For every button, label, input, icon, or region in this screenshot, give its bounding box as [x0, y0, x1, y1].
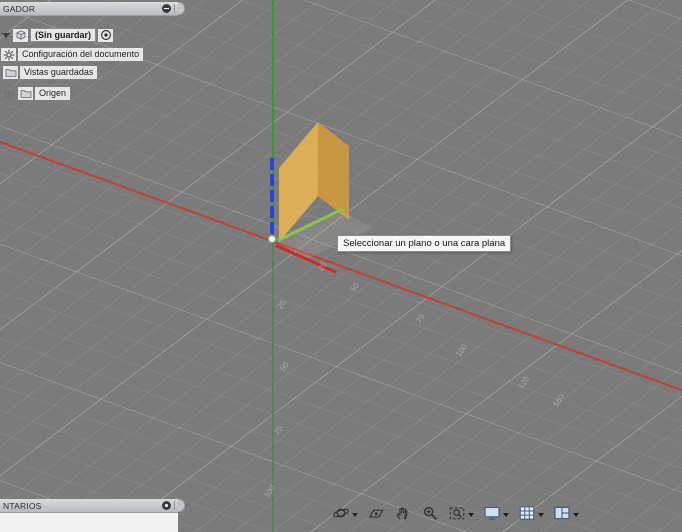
cube-icon [16, 30, 25, 40]
comments-panel-body [0, 513, 178, 532]
origin-visibility-toggle[interactable] [1, 87, 16, 100]
folder-icon [20, 89, 31, 98]
chevron-down-icon[interactable] [538, 513, 544, 517]
origin-label[interactable]: Origen [35, 87, 71, 100]
viewports-icon [554, 506, 570, 520]
document-settings-label[interactable]: Configuración del documento [18, 48, 144, 61]
origin-planes [273, 122, 373, 259]
browser-panel-header[interactable]: GADOR [0, 2, 178, 16]
browser-item-document-root[interactable]: (Sin guardar) [1, 28, 114, 42]
settings-icon-box[interactable] [1, 48, 16, 61]
browser-item-document-settings[interactable]: Configuración del documento [1, 48, 144, 61]
browser-panel-title: GADOR [3, 3, 36, 14]
comments-panel-header[interactable]: NTARIOS [0, 499, 178, 513]
origin-plane-right-face[interactable] [318, 122, 349, 220]
zoom-button[interactable] [420, 503, 440, 523]
orbit-icon [333, 508, 349, 518]
navigation-toolbar [331, 503, 580, 523]
document-record-toggle[interactable] [98, 28, 114, 42]
folder-icon [5, 68, 16, 77]
gear-icon [3, 49, 14, 60]
orbit-button[interactable] [331, 503, 359, 523]
panel-header-divider [174, 501, 175, 510]
z-axis-segment[interactable] [270, 158, 274, 234]
document-name-label[interactable]: (Sin guardar) [30, 28, 97, 42]
browser-item-saved-views[interactable]: Vistas guardadas [3, 66, 98, 79]
viewports-button[interactable] [552, 503, 580, 523]
panel-header-divider [174, 4, 175, 13]
grid-and-snaps-button[interactable] [517, 503, 545, 523]
pan-hand-icon [396, 507, 408, 520]
chevron-down-icon[interactable] [352, 513, 358, 517]
comments-collapse-button[interactable] [162, 501, 171, 510]
pan-button[interactable] [393, 503, 413, 523]
fusion-design-viewport: 25 50 75 100 125 150 25 50 75 100 Selecc… [0, 0, 682, 532]
chevron-down-icon[interactable] [573, 513, 579, 517]
chevron-down-icon[interactable] [503, 513, 509, 517]
chevron-down-icon[interactable] [2, 32, 10, 38]
circle-dot-icon [100, 30, 111, 40]
display-settings-button[interactable] [482, 503, 510, 523]
look-at-icon [368, 509, 384, 518]
display-settings-icon [484, 506, 500, 520]
look-at-button[interactable] [366, 503, 386, 523]
document-icon-box[interactable] [13, 28, 28, 42]
zoom-window-button[interactable] [447, 503, 475, 523]
origin-point[interactable] [268, 235, 276, 243]
saved-views-icon-box[interactable] [3, 66, 18, 79]
dot-icon [165, 504, 168, 507]
browser-item-origin[interactable]: Origen [1, 87, 71, 100]
grid-icon [519, 506, 535, 520]
origin-folder-icon-box[interactable] [18, 87, 33, 100]
eye-icon [2, 89, 15, 98]
chevron-down-icon[interactable] [468, 513, 474, 517]
zoom-window-icon [449, 507, 465, 520]
comments-panel-title: NTARIOS [3, 500, 42, 511]
browser-collapse-button[interactable] [162, 4, 171, 13]
minus-icon [164, 8, 169, 10]
saved-views-label[interactable]: Vistas guardadas [20, 66, 98, 79]
zoom-icon [423, 506, 437, 520]
selection-tooltip: Seleccionar un plano o una cara plana [337, 235, 512, 252]
